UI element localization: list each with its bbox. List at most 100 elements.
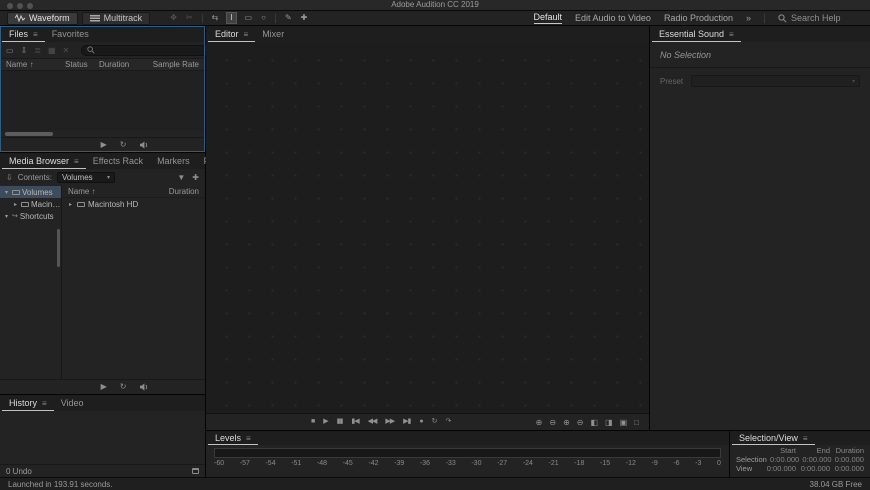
panel-menu-icon[interactable]: ≡ bbox=[42, 399, 47, 408]
panel-menu-icon[interactable]: ≡ bbox=[244, 30, 249, 39]
zoom-in-horizontal-button[interactable]: ⊕ bbox=[536, 418, 543, 427]
move-tool[interactable]: ✥ bbox=[170, 13, 177, 23]
lasso-selection-tool[interactable]: ○ bbox=[261, 13, 266, 23]
tab-files[interactable]: Files ≡ bbox=[2, 26, 45, 42]
scrollbar-thumb[interactable] bbox=[5, 132, 53, 136]
media-list-row[interactable]: ▸ Macintosh HD bbox=[62, 198, 205, 210]
record-button[interactable]: ● bbox=[419, 418, 422, 426]
time-selection-tool[interactable]: I bbox=[227, 13, 235, 23]
column-sample-rate[interactable]: Sample Rate bbox=[143, 60, 199, 69]
view-start-value[interactable]: 0:00.000 bbox=[762, 464, 796, 473]
disclosure-icon[interactable]: ▾ bbox=[3, 189, 10, 196]
waveform-button-label: Waveform bbox=[29, 13, 70, 23]
pause-button[interactable]: ▮▮ bbox=[337, 418, 343, 426]
workspace-radio-production[interactable]: Radio Production bbox=[664, 13, 733, 24]
tree-item-volumes[interactable]: ▾Volumes bbox=[0, 186, 61, 198]
tab-video[interactable]: Video bbox=[54, 395, 91, 411]
panel-menu-icon[interactable]: ≡ bbox=[246, 434, 251, 443]
minimize-button[interactable] bbox=[17, 3, 23, 9]
workspace-default[interactable]: Default bbox=[534, 12, 563, 24]
skip-next-button[interactable]: ▶▮ bbox=[403, 418, 410, 426]
loop-button[interactable]: ↻ bbox=[120, 141, 127, 149]
history-list[interactable] bbox=[0, 411, 205, 464]
tab-mixer[interactable]: Mixer bbox=[255, 26, 291, 42]
open-file-icon[interactable]: ▭ bbox=[6, 46, 14, 55]
auto-play-volume-icon[interactable] bbox=[139, 141, 149, 149]
waveform-view-button[interactable]: Waveform bbox=[7, 12, 78, 25]
view-duration-value[interactable]: 0:00.000 bbox=[830, 464, 864, 473]
clear-history-trash-icon[interactable] bbox=[192, 468, 199, 474]
tree-item-macintosh-hd[interactable]: ▸Macintosh HD bbox=[0, 198, 61, 210]
rewind-button[interactable]: ◀◀ bbox=[368, 418, 377, 426]
close-button[interactable] bbox=[7, 3, 13, 9]
multitrack-view-button[interactable]: Multitrack bbox=[82, 12, 151, 25]
auto-play-volume-icon[interactable] bbox=[139, 383, 149, 391]
panel-menu-icon[interactable]: ≡ bbox=[33, 30, 38, 39]
view-end-value[interactable]: 0:00.000 bbox=[796, 464, 830, 473]
tab-effects-rack[interactable]: Effects Rack bbox=[86, 153, 150, 169]
tab-essential-sound[interactable]: Essential Sound ≡ bbox=[652, 26, 741, 42]
stop-button[interactable]: ■ bbox=[311, 418, 314, 426]
panel-menu-icon[interactable]: ≡ bbox=[729, 30, 734, 39]
skip-previous-button[interactable]: ▮◀ bbox=[351, 418, 358, 426]
play-button[interactable]: ▶ bbox=[101, 383, 107, 391]
workspace-overflow-icon[interactable]: » bbox=[746, 13, 751, 23]
loop-playback-button[interactable]: ↻ bbox=[432, 418, 437, 426]
column-duration[interactable]: Duration bbox=[99, 60, 143, 69]
tree-item-shortcuts[interactable]: ▾↪Shortcuts bbox=[0, 210, 61, 222]
fast-forward-button[interactable]: ▶▶ bbox=[385, 418, 394, 426]
tab-editor[interactable]: Editor ≡ bbox=[208, 26, 255, 42]
slip-tool[interactable]: ⇆ bbox=[212, 13, 219, 23]
column-name[interactable]: Name ↑ bbox=[68, 187, 153, 196]
contents-dropdown[interactable]: Volumes ▾ bbox=[57, 172, 115, 183]
zoom-out-horizontal-button[interactable]: ⊖ bbox=[549, 418, 556, 427]
tab-selection-view[interactable]: Selection/View ≡ bbox=[732, 431, 815, 445]
marquee-selection-tool[interactable]: ▭ bbox=[245, 13, 253, 23]
panel-menu-icon[interactable]: ≡ bbox=[74, 157, 79, 166]
tab-favorites[interactable]: Favorites bbox=[45, 26, 96, 42]
selection-start-value[interactable]: 0:00.000 bbox=[767, 455, 799, 464]
tab-markers[interactable]: Markers bbox=[150, 153, 197, 169]
zoom-out-amplitude-button[interactable]: ⊖ bbox=[577, 418, 584, 427]
razor-tool[interactable]: ✂ bbox=[186, 13, 193, 23]
zoom-in-amplitude-button[interactable]: ⊕ bbox=[563, 418, 570, 427]
files-list[interactable] bbox=[0, 71, 205, 131]
zoom-to-in-point-button[interactable]: ◧ bbox=[590, 418, 598, 427]
insert-into-multitrack-icon[interactable]: ≣ bbox=[34, 46, 41, 55]
add-shortcut-icon[interactable]: ✚ bbox=[192, 173, 199, 182]
tab-levels[interactable]: Levels ≡ bbox=[208, 431, 258, 445]
editor-canvas[interactable] bbox=[206, 42, 649, 413]
zoom-to-out-point-button[interactable]: ◨ bbox=[605, 418, 613, 427]
disclosure-icon[interactable]: ▸ bbox=[12, 201, 19, 208]
column-status[interactable]: Status bbox=[65, 60, 99, 69]
paintbrush-selection-tool[interactable]: ✎ bbox=[285, 13, 292, 23]
disclosure-icon[interactable]: ▸ bbox=[67, 201, 74, 208]
import-file-icon[interactable]: ⇩ bbox=[21, 46, 28, 55]
tree-vscrollbar-thumb[interactable] bbox=[57, 229, 60, 267]
close-files-icon[interactable]: ✕ bbox=[63, 46, 70, 55]
batch-process-icon[interactable]: ▦ bbox=[48, 46, 56, 55]
zoom-to-selection-button[interactable]: ▣ bbox=[620, 418, 628, 427]
zoom-window-button[interactable] bbox=[27, 3, 33, 9]
panel-menu-icon[interactable]: ≡ bbox=[803, 434, 808, 443]
preset-dropdown[interactable]: ▾ bbox=[691, 75, 860, 87]
zoom-out-full-button[interactable]: □ bbox=[634, 418, 639, 427]
skip-selection-button[interactable]: ↷ bbox=[446, 418, 451, 426]
tab-media-browser[interactable]: Media Browser ≡ bbox=[2, 153, 86, 169]
workspace-edit-audio-to-video[interactable]: Edit Audio to Video bbox=[575, 13, 651, 24]
files-search-input[interactable] bbox=[99, 46, 209, 55]
column-name[interactable]: Name ↑ bbox=[6, 60, 65, 69]
disclosure-icon[interactable]: ▾ bbox=[3, 213, 10, 220]
selection-end-value[interactable]: 0:00.000 bbox=[799, 455, 831, 464]
search-help-input[interactable] bbox=[791, 13, 863, 23]
spot-healing-brush-tool[interactable]: ✚ bbox=[301, 13, 308, 23]
filter-files-icon[interactable]: ▼ bbox=[177, 173, 185, 182]
play-button[interactable]: ▶ bbox=[101, 141, 107, 149]
column-duration[interactable]: Duration bbox=[153, 187, 199, 196]
loop-button[interactable]: ↻ bbox=[120, 383, 127, 391]
selection-duration-value[interactable]: 0:00.000 bbox=[832, 455, 864, 464]
media-list-body[interactable]: ▸ Macintosh HD bbox=[62, 198, 205, 379]
play-button[interactable]: ▶ bbox=[323, 418, 327, 426]
import-into-files-icon[interactable]: ⇩ bbox=[6, 173, 13, 182]
tab-history[interactable]: History ≡ bbox=[2, 395, 54, 411]
